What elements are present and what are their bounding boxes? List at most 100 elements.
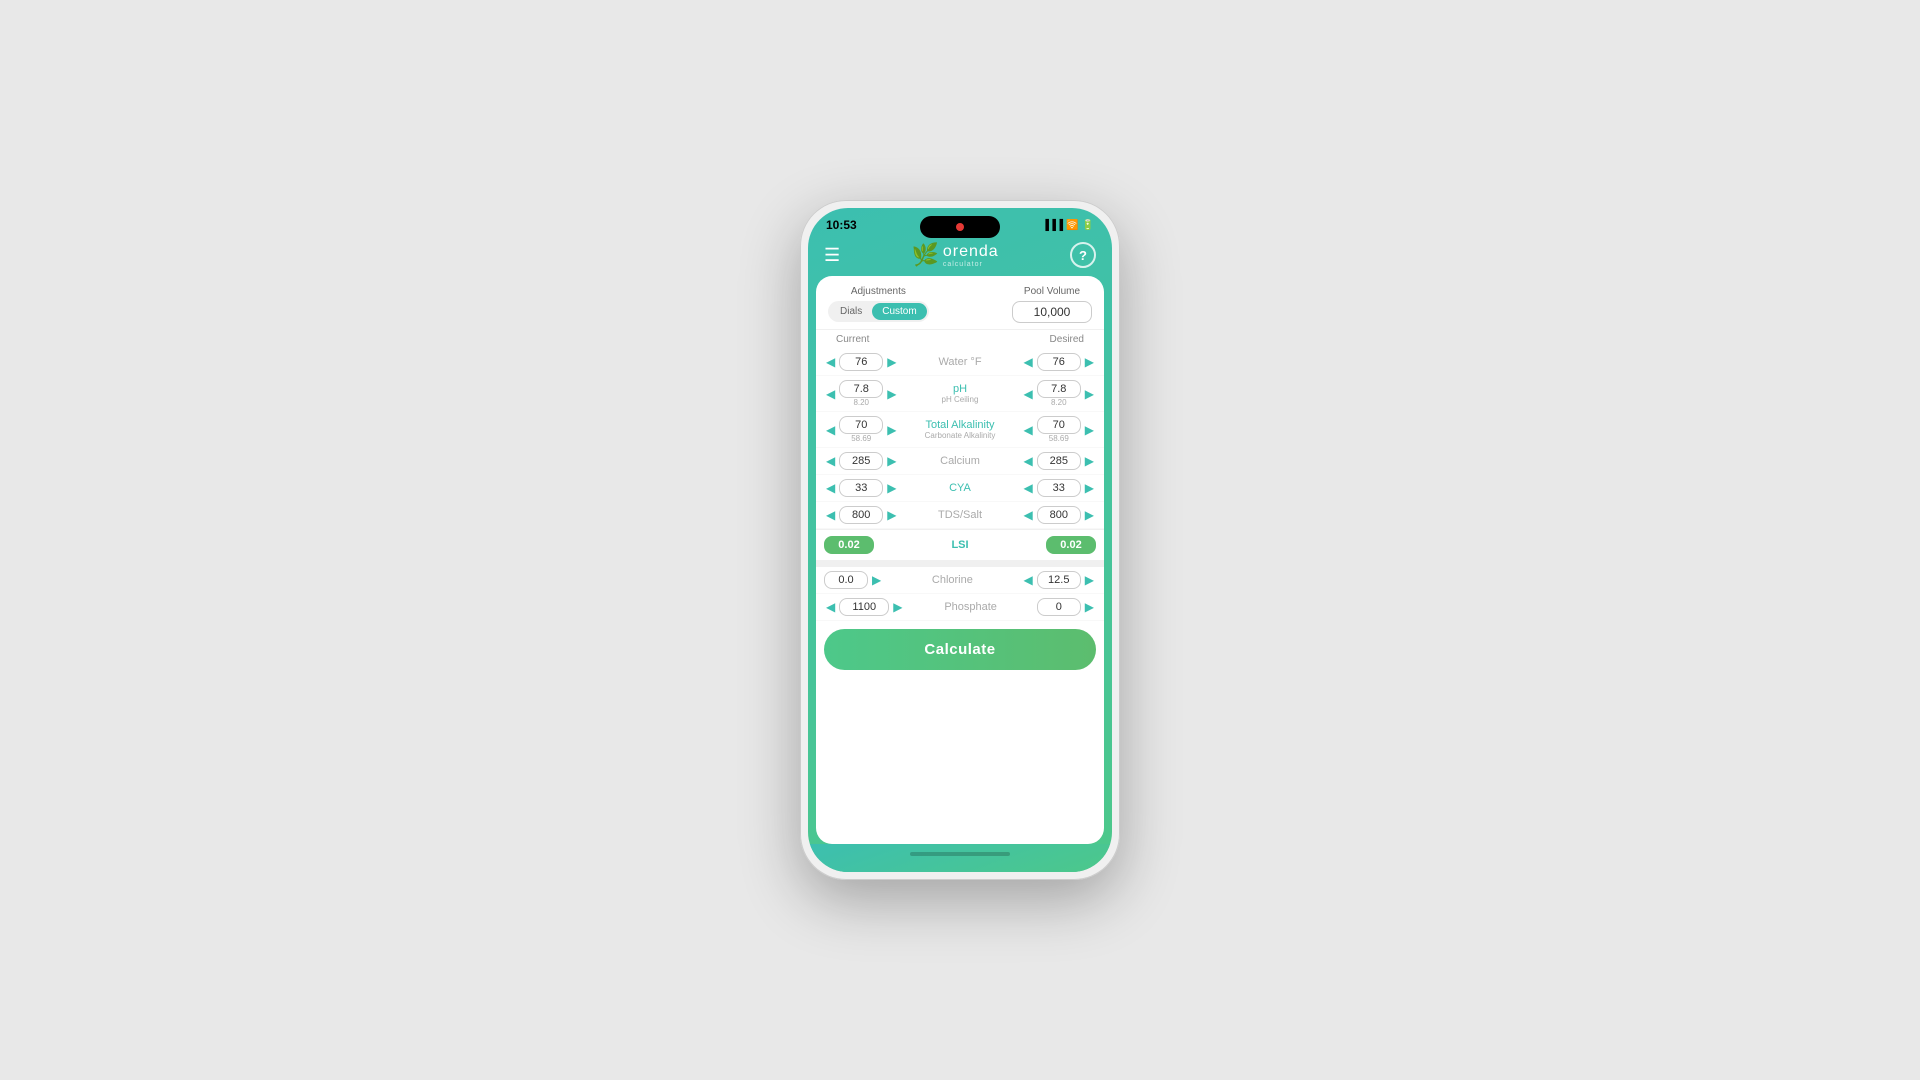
lsi-center: LSI <box>874 539 1046 551</box>
alkalinity-desired-right[interactable]: ▶ <box>1083 421 1096 439</box>
alkalinity-current-value[interactable] <box>839 416 883 434</box>
logo-text: orenda <box>943 243 999 261</box>
current-control-chlorine: ▶ <box>824 571 883 589</box>
water-temp-current-right[interactable]: ▶ <box>885 353 898 371</box>
param-row-chlorine: ▶ Chlorine ◀ ▶ <box>816 567 1104 594</box>
calcium-desired-value[interactable] <box>1037 452 1081 470</box>
tds-desired-value[interactable] <box>1037 506 1081 524</box>
cya-current-right[interactable]: ▶ <box>885 479 898 497</box>
tds-desired-right[interactable]: ▶ <box>1083 506 1096 524</box>
phosphate-desired-right[interactable]: ▶ <box>1083 598 1096 616</box>
chlorine-desired-value[interactable] <box>1037 571 1081 589</box>
water-temp-current-left[interactable]: ◀ <box>824 353 837 371</box>
desired-control-calcium: ◀ ▶ <box>1022 452 1096 470</box>
current-control-tds: ◀ ▶ <box>824 506 898 524</box>
phosphate-current-left[interactable]: ◀ <box>824 598 837 616</box>
lsi-row: LSI <box>816 529 1104 561</box>
chlorine-desired-right[interactable]: ▶ <box>1083 571 1096 589</box>
carbonate-label: Carbonate Alkalinity <box>925 431 996 440</box>
cya-current-left[interactable]: ◀ <box>824 479 837 497</box>
alkalinity-center: Total Alkalinity Carbonate Alkalinity <box>898 419 1021 440</box>
ph-desired-left[interactable]: ◀ <box>1022 385 1035 403</box>
pool-volume-label: Pool Volume <box>1024 286 1080 297</box>
alkalinity-current-right[interactable]: ▶ <box>885 421 898 439</box>
calcium-current-right[interactable]: ▶ <box>885 452 898 470</box>
ph-current-value[interactable] <box>839 380 883 398</box>
calcium-desired-right[interactable]: ▶ <box>1083 452 1096 470</box>
alkalinity-current-col: 58.69 <box>839 416 883 443</box>
ph-current-right[interactable]: ▶ <box>885 385 898 403</box>
tds-current-value[interactable] <box>839 506 883 524</box>
water-temp-center: Water °F <box>898 356 1021 368</box>
current-control-ph: ◀ 8.20 ▶ <box>824 380 898 407</box>
top-tabs: Adjustments Dials Custom Pool Volume <box>816 276 1104 330</box>
water-temp-desired-value[interactable] <box>1037 353 1081 371</box>
ph-desired-value[interactable] <box>1037 380 1081 398</box>
ph-label: pH <box>953 383 967 395</box>
home-indicator <box>910 852 1010 856</box>
cya-label: CYA <box>949 482 971 494</box>
tds-current-right[interactable]: ▶ <box>885 506 898 524</box>
logo-sub: calculator <box>943 261 999 268</box>
dials-tab[interactable]: Dials <box>830 303 872 320</box>
menu-button[interactable]: ☰ <box>824 245 840 266</box>
phosphate-desired-value[interactable] <box>1037 598 1081 616</box>
current-control-phosphate: ◀ ▶ <box>824 598 904 616</box>
tds-current-left[interactable]: ◀ <box>824 506 837 524</box>
param-row-water-temp: ◀ ▶ Water °F ◀ ▶ <box>816 349 1104 376</box>
ph-desired-right[interactable]: ▶ <box>1083 385 1096 403</box>
ph-desired-sub: 8.20 <box>1051 398 1067 407</box>
cya-center: CYA <box>898 482 1021 494</box>
bottom-area <box>808 844 1112 872</box>
cya-desired-right[interactable]: ▶ <box>1083 479 1096 497</box>
alkalinity-desired-value[interactable] <box>1037 416 1081 434</box>
custom-tab[interactable]: Custom <box>872 303 926 320</box>
tds-desired-left[interactable]: ◀ <box>1022 506 1035 524</box>
phosphate-label: Phosphate <box>944 601 997 613</box>
calcium-center: Calcium <box>898 455 1021 467</box>
phosphate-current-value[interactable] <box>839 598 889 616</box>
chlorine-desired-left[interactable]: ◀ <box>1022 571 1035 589</box>
alkalinity-current-left[interactable]: ◀ <box>824 421 837 439</box>
alkalinity-desired-col: 58.69 <box>1037 416 1081 443</box>
status-time: 10:53 <box>826 218 857 232</box>
water-temp-label: Water °F <box>938 356 981 368</box>
param-row-phosphate: ◀ ▶ Phosphate ▶ <box>816 594 1104 621</box>
calcium-desired-left[interactable]: ◀ <box>1022 452 1035 470</box>
current-header: Current <box>836 334 869 345</box>
phosphate-current-right[interactable]: ▶ <box>891 598 904 616</box>
cya-desired-left[interactable]: ◀ <box>1022 479 1035 497</box>
tab-buttons: Dials Custom <box>828 301 929 322</box>
desired-control-cya: ◀ ▶ <box>1022 479 1096 497</box>
phone-screen: 10:53 ▐▐▐ 🛜 🔋 ☰ 🌿 orenda calculat <box>808 208 1112 872</box>
desired-control-ph: ◀ 8.20 ▶ <box>1022 380 1096 407</box>
tds-center: TDS/Salt <box>898 509 1021 521</box>
water-temp-current-value[interactable] <box>839 353 883 371</box>
ph-current-col: 8.20 <box>839 380 883 407</box>
alkalinity-label: Total Alkalinity <box>925 419 994 431</box>
cya-current-value[interactable] <box>839 479 883 497</box>
lsi-label: LSI <box>951 539 968 551</box>
calcium-current-value[interactable] <box>839 452 883 470</box>
lsi-current-value[interactable] <box>824 536 874 554</box>
alkalinity-desired-left[interactable]: ◀ <box>1022 421 1035 439</box>
leaf-icon: 🌿 <box>911 242 938 268</box>
calculate-button[interactable]: Calculate <box>824 629 1096 670</box>
battery-icon: 🔋 <box>1082 220 1094 231</box>
chlorine-current-value[interactable] <box>824 571 868 589</box>
chlorine-current-right[interactable]: ▶ <box>870 571 883 589</box>
app-header: ☰ 🌿 orenda calculator ? <box>808 236 1112 276</box>
pool-volume-input[interactable] <box>1012 301 1092 323</box>
calcium-current-left[interactable]: ◀ <box>824 452 837 470</box>
cya-desired-value[interactable] <box>1037 479 1081 497</box>
dynamic-island <box>920 216 1000 238</box>
water-temp-desired-left[interactable]: ◀ <box>1022 353 1035 371</box>
lsi-desired-value[interactable] <box>1046 536 1096 554</box>
ph-current-left[interactable]: ◀ <box>824 385 837 403</box>
calculate-btn-area: Calculate <box>816 621 1104 678</box>
help-button[interactable]: ? <box>1070 242 1096 268</box>
desired-header: Desired <box>1050 334 1084 345</box>
status-bar: 10:53 ▐▐▐ 🛜 🔋 <box>808 208 1112 236</box>
water-temp-desired-right[interactable]: ▶ <box>1083 353 1096 371</box>
param-row-tds-salt: ◀ ▶ TDS/Salt ◀ ▶ <box>816 502 1104 529</box>
